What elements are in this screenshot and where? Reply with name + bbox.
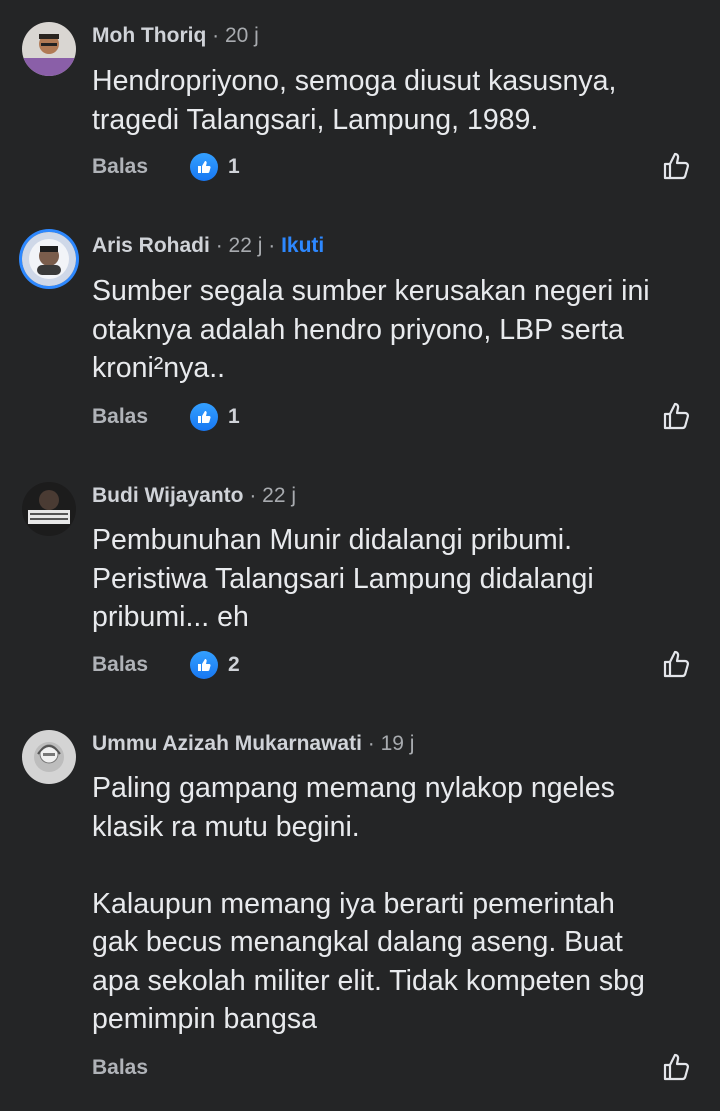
avatar-photo	[22, 730, 76, 784]
reply-button[interactable]: Balas	[92, 650, 148, 680]
timestamp[interactable]: · 20 j	[212, 24, 259, 47]
reaction-count: 1	[228, 405, 240, 428]
comment-text: Sumber segala sumber kerusakan negeri in…	[92, 275, 650, 384]
thumbs-up-outline-icon[interactable]	[662, 150, 692, 182]
avatar-photo	[22, 482, 76, 536]
author-name[interactable]: Moh Thoriq	[92, 24, 206, 47]
thumbs-up-outline-icon[interactable]	[662, 400, 692, 432]
follow-button[interactable]: Ikuti	[281, 234, 324, 257]
reaction-summary[interactable]: 2	[190, 651, 240, 679]
thumbs-up-outline-icon[interactable]	[662, 1051, 692, 1083]
timestamp[interactable]: · 19 j	[368, 732, 415, 755]
reaction-count: 2	[228, 653, 240, 676]
author-name[interactable]: Ummu Azizah Mukarnawati	[92, 732, 362, 755]
comment-text: Paling gampang memang nylakop ngeles kla…	[92, 772, 645, 1035]
comment-actions: Balas 1	[92, 402, 702, 434]
timestamp[interactable]: · 22 j	[249, 484, 296, 507]
comment-actions: Balas 2	[92, 650, 702, 682]
comment-header: Aris Rohadi · 22 j · Ikuti	[92, 234, 324, 258]
comment-header: Moh Thoriq · 20 j	[92, 24, 259, 48]
reply-button[interactable]: Balas	[92, 152, 148, 182]
avatar-photo	[22, 232, 76, 286]
author-name[interactable]: Budi Wijayanto	[92, 484, 243, 507]
thumbs-up-badge-icon	[190, 651, 218, 679]
comment-actions: Balas 1	[92, 152, 702, 184]
reply-button[interactable]: Balas	[92, 402, 148, 432]
comment-actions: Balas	[92, 1053, 702, 1085]
comment-text: Pembunuhan Munir didalangi pribumi. Peri…	[92, 524, 594, 633]
reaction-summary[interactable]: 1	[190, 403, 240, 431]
avatar[interactable]	[22, 232, 76, 286]
reaction-count: 1	[228, 155, 240, 178]
reply-button[interactable]: Balas	[92, 1053, 148, 1083]
avatar[interactable]	[22, 482, 76, 536]
thumbs-up-badge-icon	[190, 153, 218, 181]
thumbs-up-badge-icon	[190, 403, 218, 431]
reaction-summary[interactable]: 1	[190, 153, 240, 181]
comment-header: Budi Wijayanto · 22 j	[92, 484, 296, 508]
avatar-photo	[22, 22, 76, 76]
comment-header: Ummu Azizah Mukarnawati · 19 j	[92, 732, 414, 756]
author-name[interactable]: Aris Rohadi	[92, 234, 210, 257]
comment-text: Hendropriyono, semoga diusut kasusnya, t…	[92, 65, 617, 136]
avatar[interactable]	[22, 730, 76, 784]
thumbs-up-outline-icon[interactable]	[662, 648, 692, 680]
timestamp[interactable]: · 22 j ·	[216, 234, 276, 257]
avatar[interactable]	[22, 22, 76, 76]
